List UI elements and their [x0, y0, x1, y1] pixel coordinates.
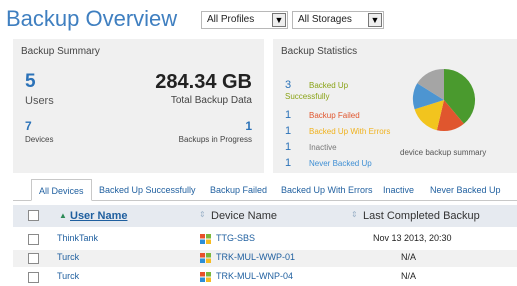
pie-caption: device backup summary [400, 148, 487, 157]
pie-slices [412, 68, 476, 132]
table-row[interactable]: Turck TRK-MUL-WWP-01 N/A [13, 250, 517, 267]
pie-chart-svg [412, 68, 476, 132]
backups-in-progress-label: Backups in Progress [178, 135, 252, 144]
stat-label: Never Backed Up [309, 159, 372, 168]
backup-summary-panel: Backup Summary 5 Users 284.34 GB Total B… [13, 39, 264, 173]
row-checkbox[interactable] [28, 234, 39, 245]
chevron-down-icon[interactable]: ▼ [272, 13, 286, 27]
row-device-name[interactable]: TRK-MUL-WNP-04 [216, 271, 293, 281]
row-device-name[interactable]: TTG-SBS [216, 233, 255, 243]
total-backup-data-value: 284.34 GB [155, 71, 252, 93]
device-filter-tabs: All Devices Backed Up Successfully Backu… [13, 179, 517, 201]
windows-icon [200, 234, 211, 244]
backup-summary-title: Backup Summary [21, 46, 100, 57]
row-checkbox[interactable] [28, 272, 39, 283]
device-backup-pie-chart [411, 67, 477, 133]
row-device-name[interactable]: TRK-MUL-WWP-01 [216, 252, 295, 262]
devices-label: Devices [25, 135, 54, 144]
tab-never-backed-up[interactable]: Never Backed Up [430, 185, 501, 195]
tab-inactive[interactable]: Inactive [383, 185, 414, 195]
chevron-down-icon[interactable]: ▼ [368, 13, 382, 27]
tab-backup-failed[interactable]: Backup Failed [210, 185, 267, 195]
tab-backed-up-with-errors[interactable]: Backed Up With Errors [281, 185, 373, 195]
table-header: ▲ User Name ⇕ Device Name ⇕ Last Complet… [13, 205, 517, 227]
users-label: Users [25, 95, 54, 107]
column-header-last-completed-backup[interactable]: Last Completed Backup [363, 210, 480, 222]
column-header-device-name[interactable]: Device Name [211, 210, 277, 222]
profiles-select-value: All Profiles [207, 14, 255, 25]
windows-icon [200, 272, 211, 282]
row-last-completed-backup: N/A [401, 271, 417, 281]
row-user-name[interactable]: ThinkTank [57, 233, 98, 243]
backups-in-progress-count: 1 [245, 119, 252, 133]
row-last-completed-backup: Nov 13 2013, 20:30 [373, 233, 452, 243]
backup-statistics-title: Backup Statistics [281, 46, 358, 57]
users-count: 5 [25, 71, 36, 92]
profiles-select[interactable]: All Profiles ▼ [201, 11, 288, 29]
sort-icon[interactable]: ⇕ [351, 210, 358, 219]
stat-label: Inactive [309, 143, 337, 152]
table-row[interactable]: Turck TRK-MUL-WNP-04 N/A [13, 269, 517, 286]
storages-select[interactable]: All Storages ▼ [292, 11, 384, 29]
row-user-name[interactable]: Turck [57, 252, 79, 262]
stat-label: Backed Up With Errors [309, 127, 391, 136]
stat-count: 1 [285, 125, 292, 137]
stat-count: 1 [285, 141, 292, 153]
sort-icon[interactable]: ⇕ [199, 210, 206, 219]
stat-label: Backup Failed [309, 111, 360, 120]
stat-label: Backed Up [309, 81, 349, 90]
total-backup-data-label: Total Backup Data [170, 95, 252, 106]
table-row[interactable]: ThinkTank TTG-SBS Nov 13 2013, 20:30 [13, 231, 517, 248]
page-title: Backup Overview [6, 6, 178, 31]
storages-select-value: All Storages [298, 14, 352, 25]
stat-count: 3 [285, 79, 292, 91]
stat-label-continued: Successfully [285, 92, 330, 101]
select-all-checkbox[interactable] [28, 210, 39, 221]
row-user-name[interactable]: Turck [57, 271, 79, 281]
row-last-completed-backup: N/A [401, 252, 417, 262]
stat-count: 1 [285, 109, 292, 121]
stat-count: 1 [285, 157, 292, 169]
windows-icon [200, 253, 211, 263]
backup-statistics-panel: Backup Statistics 3 Backed Up Successful… [273, 39, 517, 173]
row-checkbox[interactable] [28, 253, 39, 264]
column-header-user-name[interactable]: User Name [70, 210, 127, 222]
sort-ascending-icon[interactable]: ▲ [59, 211, 67, 220]
tab-all-devices[interactable]: All Devices [31, 179, 92, 201]
devices-count: 7 [25, 119, 32, 133]
tab-backed-up-successfully[interactable]: Backed Up Successfully [99, 185, 196, 195]
header: Backup Overview All Profiles ▼ All Stora… [0, 0, 517, 36]
